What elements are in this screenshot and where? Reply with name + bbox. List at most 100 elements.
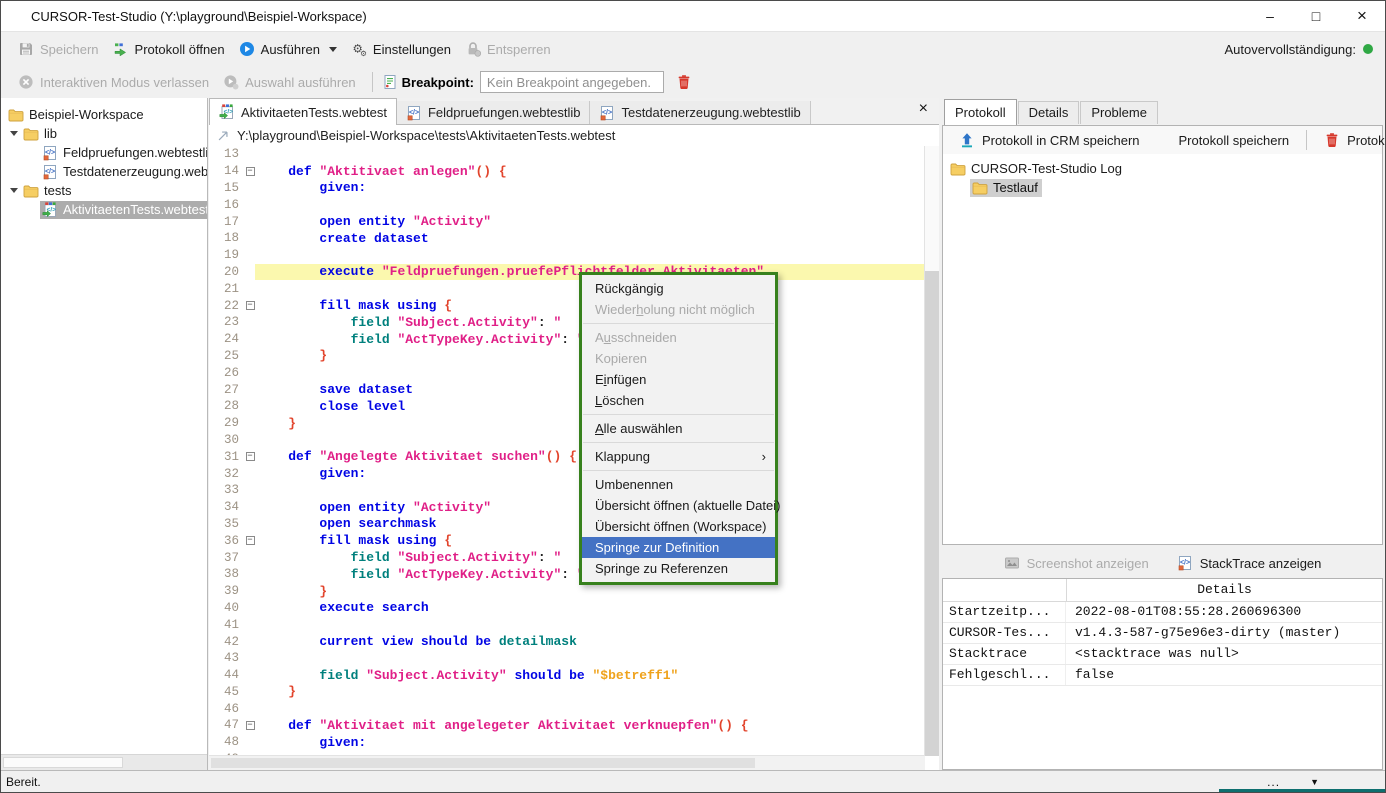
panel-tab[interactable]: Protokoll [944, 99, 1017, 125]
code-line[interactable]: 37 field "Subject.Activity": " [209, 549, 925, 566]
code-line[interactable]: 44 field "Subject.Activity" should be "$… [209, 667, 925, 684]
menu-item[interactable]: Alle auswählen [582, 418, 775, 439]
log-toolbar-button[interactable]: Protokoll speichern [1148, 129, 1298, 151]
tree-item[interactable]: Feldpruefungen.webtestlib [1, 143, 207, 162]
fold-marker[interactable]: − [243, 452, 257, 461]
code-line[interactable]: 18 create dataset [209, 230, 925, 247]
run-selection-button[interactable]: Auswahl ausführen [216, 70, 363, 94]
code-line[interactable]: 23 field "Subject.Activity": " [209, 314, 925, 331]
code-line[interactable]: 20 execute "Feldpruefungen.pruefePflicht… [209, 264, 925, 281]
editor-tab[interactable]: AktivitaetenTests.webtest [209, 98, 397, 125]
editor-vertical-scrollbar[interactable] [924, 146, 939, 756]
menu-item[interactable]: Einfügen [582, 369, 775, 390]
save-button[interactable]: Speichern [11, 37, 106, 61]
details-row[interactable]: Startzeitp...2022-08-01T08:55:28.2606963… [943, 602, 1382, 623]
minimize-button[interactable]: – [1247, 1, 1293, 31]
run-dropdown-caret[interactable] [329, 47, 337, 52]
editor-vscrollbar-thumb[interactable] [925, 271, 939, 756]
code-editor[interactable]: 1314− def "Aktitivaet anlegen"() {15 giv… [209, 146, 925, 756]
details-row[interactable]: CURSOR-Tes...v1.4.3-587-g75e96e3-dirty (… [943, 623, 1382, 644]
code-line[interactable]: 29 } [209, 415, 925, 432]
menu-item[interactable]: Springe zu Referenzen [582, 558, 775, 579]
tree-item[interactable]: tests [1, 181, 207, 200]
code-line[interactable]: 45 } [209, 684, 925, 701]
code-line[interactable]: 42 current view should be detailmask [209, 633, 925, 650]
editor-hscrollbar-thumb[interactable] [211, 758, 755, 768]
log-toolbar-button[interactable]: Protokoll leeren [1316, 129, 1386, 151]
clear-breakpoint-button[interactable] [676, 74, 692, 90]
panel-tab[interactable]: Probleme [1080, 101, 1158, 124]
fold-marker[interactable]: − [243, 301, 257, 310]
code-line[interactable]: 47− def "Aktivitaet mit angelegeter Akti… [209, 717, 925, 734]
editor-tab[interactable]: Testdatenerzeugung.webtestlib [590, 101, 810, 124]
expander-icon[interactable] [6, 131, 21, 136]
editor-tab[interactable]: Feldpruefungen.webtestlib [397, 101, 591, 124]
code-line[interactable]: 48 given: [209, 734, 925, 751]
code-line[interactable]: 34 open entity "Activity" [209, 499, 925, 516]
code-line[interactable]: 40 execute search [209, 600, 925, 617]
menu-item[interactable]: Klappung› [582, 446, 775, 467]
code-line[interactable]: 36− fill mask using { [209, 532, 925, 549]
fold-marker[interactable]: − [243, 167, 257, 176]
code-line[interactable]: 38 field "ActTypeKey.Activity": " [209, 566, 925, 583]
code-line[interactable]: 16 [209, 196, 925, 213]
tree-item[interactable]: lib [1, 124, 207, 143]
menu-item[interactable]: Wiederholung nicht möglich [582, 299, 775, 320]
details-row[interactable]: Stacktrace<stacktrace was null> [943, 644, 1382, 665]
code-line[interactable]: 21 [209, 280, 925, 297]
close-button[interactable]: × [1339, 1, 1385, 31]
tree-item[interactable]: AktivitaetenTests.webtest [1, 200, 207, 219]
sidebar-horizontal-scrollbar[interactable] [1, 754, 207, 770]
code-line[interactable]: 39 } [209, 583, 925, 600]
menu-item[interactable]: Kopieren [582, 348, 775, 369]
code-line[interactable]: 32 given: [209, 465, 925, 482]
fold-marker[interactable]: − [243, 721, 257, 730]
tab-close-icon[interactable]: × [919, 101, 928, 117]
code-line[interactable]: 13 [209, 146, 925, 163]
code-line[interactable]: 25 } [209, 348, 925, 365]
status-caret-icon[interactable]: ▼ [1310, 777, 1319, 787]
code-line[interactable]: 15 given: [209, 180, 925, 197]
code-line[interactable]: 46 [209, 700, 925, 717]
details-row[interactable]: Fehlgeschl...false [943, 665, 1382, 686]
tree-item[interactable]: CURSOR-Test-Studio Log [943, 159, 1382, 178]
code-line[interactable]: 14− def "Aktitivaet anlegen"() { [209, 163, 925, 180]
code-line[interactable]: 43 [209, 650, 925, 667]
menu-item[interactable]: Umbenennen [582, 474, 775, 495]
code-line[interactable]: 33 [209, 482, 925, 499]
leave-interactive-button[interactable]: Interaktiven Modus verlassen [11, 70, 216, 94]
menu-item[interactable]: Springe zur Definition [582, 537, 775, 558]
tree-item[interactable]: Testdatenerzeugung.webtestlib [1, 162, 207, 181]
editor-horizontal-scrollbar[interactable] [209, 755, 925, 770]
breakpoint-input[interactable] [480, 71, 664, 93]
panel-tab[interactable]: Details [1018, 101, 1080, 124]
menu-item[interactable]: Übersicht öffnen (aktuelle Datei) [582, 495, 775, 516]
code-line[interactable]: 31− def "Angelegte Aktivitaet suchen"() … [209, 448, 925, 465]
unlock-button[interactable]: Entsperren [458, 37, 558, 61]
fold-marker[interactable]: − [243, 536, 257, 545]
code-line[interactable]: 28 close level [209, 398, 925, 415]
run-button[interactable]: Ausführen [232, 37, 344, 61]
code-line[interactable]: 17 open entity "Activity" [209, 213, 925, 230]
code-line[interactable]: 30 [209, 432, 925, 449]
sidebar-scrollbar-thumb[interactable] [3, 757, 123, 768]
menu-item[interactable]: Ausschneiden [582, 327, 775, 348]
maximize-button[interactable]: □ [1293, 1, 1339, 31]
settings-button[interactable]: Einstellungen [344, 37, 458, 61]
code-line[interactable]: 22− fill mask using { [209, 297, 925, 314]
menu-item[interactable]: Übersicht öffnen (Workspace) [582, 516, 775, 537]
menu-item[interactable]: Rückgängig [582, 278, 775, 299]
code-line[interactable]: 24 field "ActTypeKey.Activity": " [209, 331, 925, 348]
code-line[interactable]: 26 [209, 364, 925, 381]
tree-item[interactable]: Testlauf [943, 178, 1382, 197]
status-overflow-dots[interactable]: ... [1267, 775, 1280, 789]
code-line[interactable]: 27 save dataset [209, 381, 925, 398]
code-line[interactable]: 41 [209, 616, 925, 633]
expander-icon[interactable] [6, 188, 21, 193]
log-toolbar-button[interactable]: Protokoll in CRM speichern [951, 129, 1148, 151]
menu-item[interactable]: Löschen [582, 390, 775, 411]
log-action-button[interactable]: Screenshot anzeigen [1004, 555, 1149, 571]
code-line[interactable]: 35 open searchmask [209, 516, 925, 533]
log-action-button[interactable]: StackTrace anzeigen [1177, 555, 1322, 571]
tree-item[interactable]: Beispiel-Workspace [1, 105, 207, 124]
